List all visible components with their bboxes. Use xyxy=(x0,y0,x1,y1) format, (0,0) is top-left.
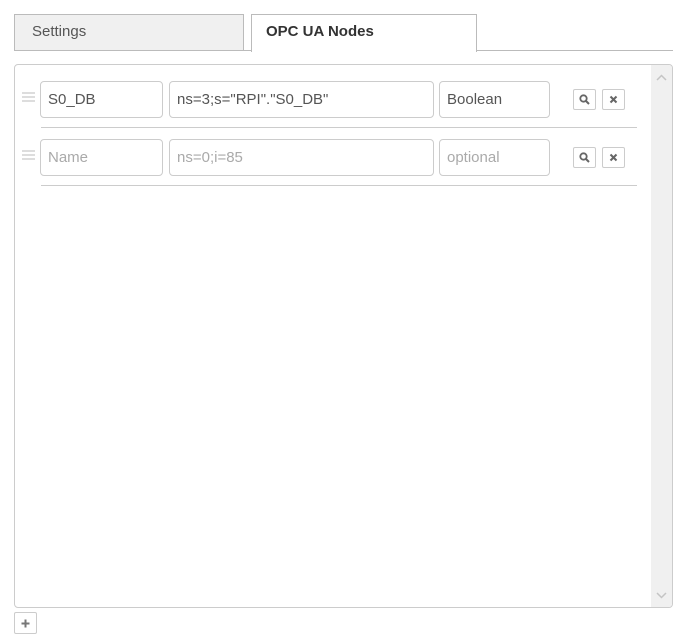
close-icon xyxy=(609,95,618,104)
search-icon xyxy=(579,94,590,105)
drag-handle-icon[interactable] xyxy=(22,150,35,160)
remove-node-button[interactable] xyxy=(602,89,625,110)
row-divider xyxy=(41,185,637,186)
data-type-input[interactable] xyxy=(439,139,550,176)
chevron-down-icon xyxy=(656,591,667,599)
node-name-input[interactable] xyxy=(40,139,163,176)
drag-handle-icon[interactable] xyxy=(22,92,35,102)
node-id-input[interactable] xyxy=(169,81,434,118)
tab-settings[interactable]: Settings xyxy=(14,14,244,50)
node-row xyxy=(15,123,645,186)
plus-icon xyxy=(21,619,30,627)
close-icon xyxy=(609,153,618,162)
node-id-input[interactable] xyxy=(169,139,434,176)
tab-opc-ua-nodes[interactable]: OPC UA Nodes xyxy=(251,14,477,52)
scroll-down-button[interactable] xyxy=(651,585,672,605)
scroll-up-button[interactable] xyxy=(651,67,672,87)
remove-node-button[interactable] xyxy=(602,147,625,168)
add-node-button[interactable] xyxy=(14,612,37,634)
browse-node-button[interactable] xyxy=(573,89,596,110)
node-list xyxy=(14,64,673,608)
node-name-input[interactable] xyxy=(40,81,163,118)
node-row xyxy=(15,65,645,128)
browse-node-button[interactable] xyxy=(573,147,596,168)
tab-bar: Settings OPC UA Nodes xyxy=(14,14,673,52)
vertical-scrollbar[interactable] xyxy=(651,65,672,607)
data-type-input[interactable] xyxy=(439,81,550,118)
chevron-up-icon xyxy=(656,73,667,81)
search-icon xyxy=(579,152,590,163)
